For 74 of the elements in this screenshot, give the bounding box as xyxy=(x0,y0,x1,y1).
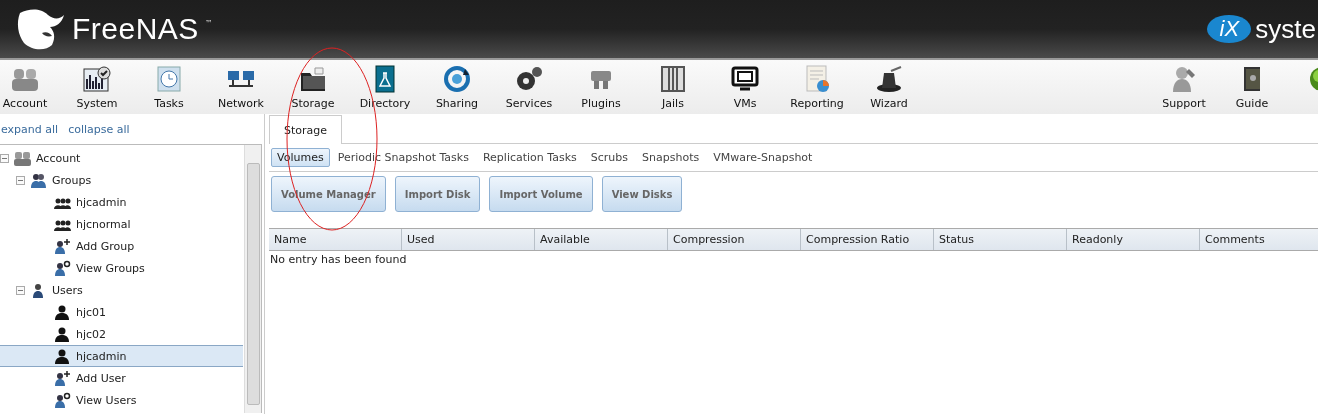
tree-item[interactable]: Account xyxy=(0,147,243,169)
tree-item[interactable]: hjcadmin xyxy=(0,191,243,213)
person-icon xyxy=(54,347,71,365)
person-icon xyxy=(54,325,71,343)
column-header[interactable]: Name xyxy=(269,229,402,250)
tree-item[interactable]: Add User xyxy=(0,367,243,389)
clock-icon xyxy=(155,65,183,93)
column-header[interactable]: Available xyxy=(535,229,668,250)
subtab[interactable]: Volumes xyxy=(271,148,330,167)
tree-item[interactable]: hjc02 xyxy=(0,323,243,345)
monitor-icon xyxy=(731,65,759,93)
bars-icon xyxy=(659,65,687,93)
sync-icon xyxy=(443,65,471,93)
toolbar-button[interactable]: Services xyxy=(493,60,565,114)
shark-logo-icon xyxy=(16,7,66,51)
subtab[interactable]: Replication Tasks xyxy=(476,148,583,167)
toolbar-button[interactable]: Account xyxy=(0,60,61,114)
column-header[interactable]: Compression xyxy=(668,229,801,250)
column-header[interactable]: Comments xyxy=(1200,229,1318,250)
chart-icon xyxy=(83,65,111,93)
column-header[interactable]: Readonly xyxy=(1067,229,1200,250)
action-button[interactable]: View Disks xyxy=(601,176,683,212)
toolbar-button[interactable]: Sharing xyxy=(421,60,493,114)
person-search-icon xyxy=(54,391,71,409)
tree-link[interactable]: expand all xyxy=(1,122,59,136)
collapse-icon[interactable] xyxy=(16,175,25,185)
people-icon xyxy=(14,149,31,167)
column-header[interactable]: Status xyxy=(934,229,1067,250)
person-icon xyxy=(54,303,71,321)
column-header[interactable]: Used xyxy=(402,229,535,250)
tree-item[interactable]: hjc01 xyxy=(0,301,243,323)
tree-link[interactable]: collapse all xyxy=(68,122,130,136)
toolbar-button[interactable]: Jails xyxy=(637,60,709,114)
toolbar-button[interactable]: Guide xyxy=(1218,60,1286,114)
scrollbar[interactable] xyxy=(244,145,261,413)
subtab[interactable]: VMware-Snapshot xyxy=(707,148,819,167)
tree-item[interactable]: View Users xyxy=(0,389,243,411)
partner-logo-text: syste xyxy=(1255,13,1316,45)
tree-item[interactable]: hjcadmin xyxy=(0,345,243,367)
column-header[interactable]: Compression Ratio xyxy=(801,229,934,250)
toolbar-button[interactable]: Storage xyxy=(277,60,349,114)
action-button[interactable]: Import Volume xyxy=(489,176,593,212)
toolbar-button[interactable]: Directory xyxy=(349,60,421,114)
tree-item[interactable]: Add Group xyxy=(0,235,243,257)
tree-item[interactable]: Users xyxy=(0,279,243,301)
tree-item[interactable]: hjcnormal xyxy=(0,213,243,235)
toolbar-button[interactable]: VMs xyxy=(709,60,781,114)
add-person-icon xyxy=(54,369,71,387)
empty-message: No entry has been found xyxy=(269,252,408,268)
toolbar-button[interactable]: Reporting xyxy=(781,60,853,114)
support-person-icon xyxy=(1170,65,1198,93)
top-hat-icon xyxy=(875,65,903,93)
add-person-icon xyxy=(54,237,71,255)
collapse-icon[interactable] xyxy=(0,153,9,163)
action-button[interactable]: Import Disk xyxy=(394,176,481,212)
toolbar-button[interactable]: Network xyxy=(205,60,277,114)
subtab[interactable]: Scrubs xyxy=(584,148,635,167)
toolbar-button[interactable]: Tasks xyxy=(133,60,205,114)
toolbar-button[interactable]: Wizard xyxy=(853,60,925,114)
collapse-icon[interactable] xyxy=(16,285,25,295)
partner-logo-badge: iX xyxy=(1207,15,1252,43)
tree-item[interactable]: Groups xyxy=(0,169,243,191)
tree-item[interactable]: View Groups xyxy=(0,257,243,279)
toolbar-button[interactable]: Support xyxy=(1150,60,1218,114)
gears-icon xyxy=(515,65,543,93)
toolbar-button[interactable]: Plugins xyxy=(565,60,637,114)
trademark-mark: ™ xyxy=(204,19,213,28)
folder-icon xyxy=(299,65,327,93)
logo-text: FreeNAS xyxy=(72,12,199,46)
group-icon xyxy=(30,171,47,189)
subtab[interactable]: Snapshots xyxy=(636,148,706,167)
person-search-icon xyxy=(54,259,71,277)
report-icon xyxy=(803,65,831,93)
toolbar-button[interactable]: System xyxy=(61,60,133,114)
